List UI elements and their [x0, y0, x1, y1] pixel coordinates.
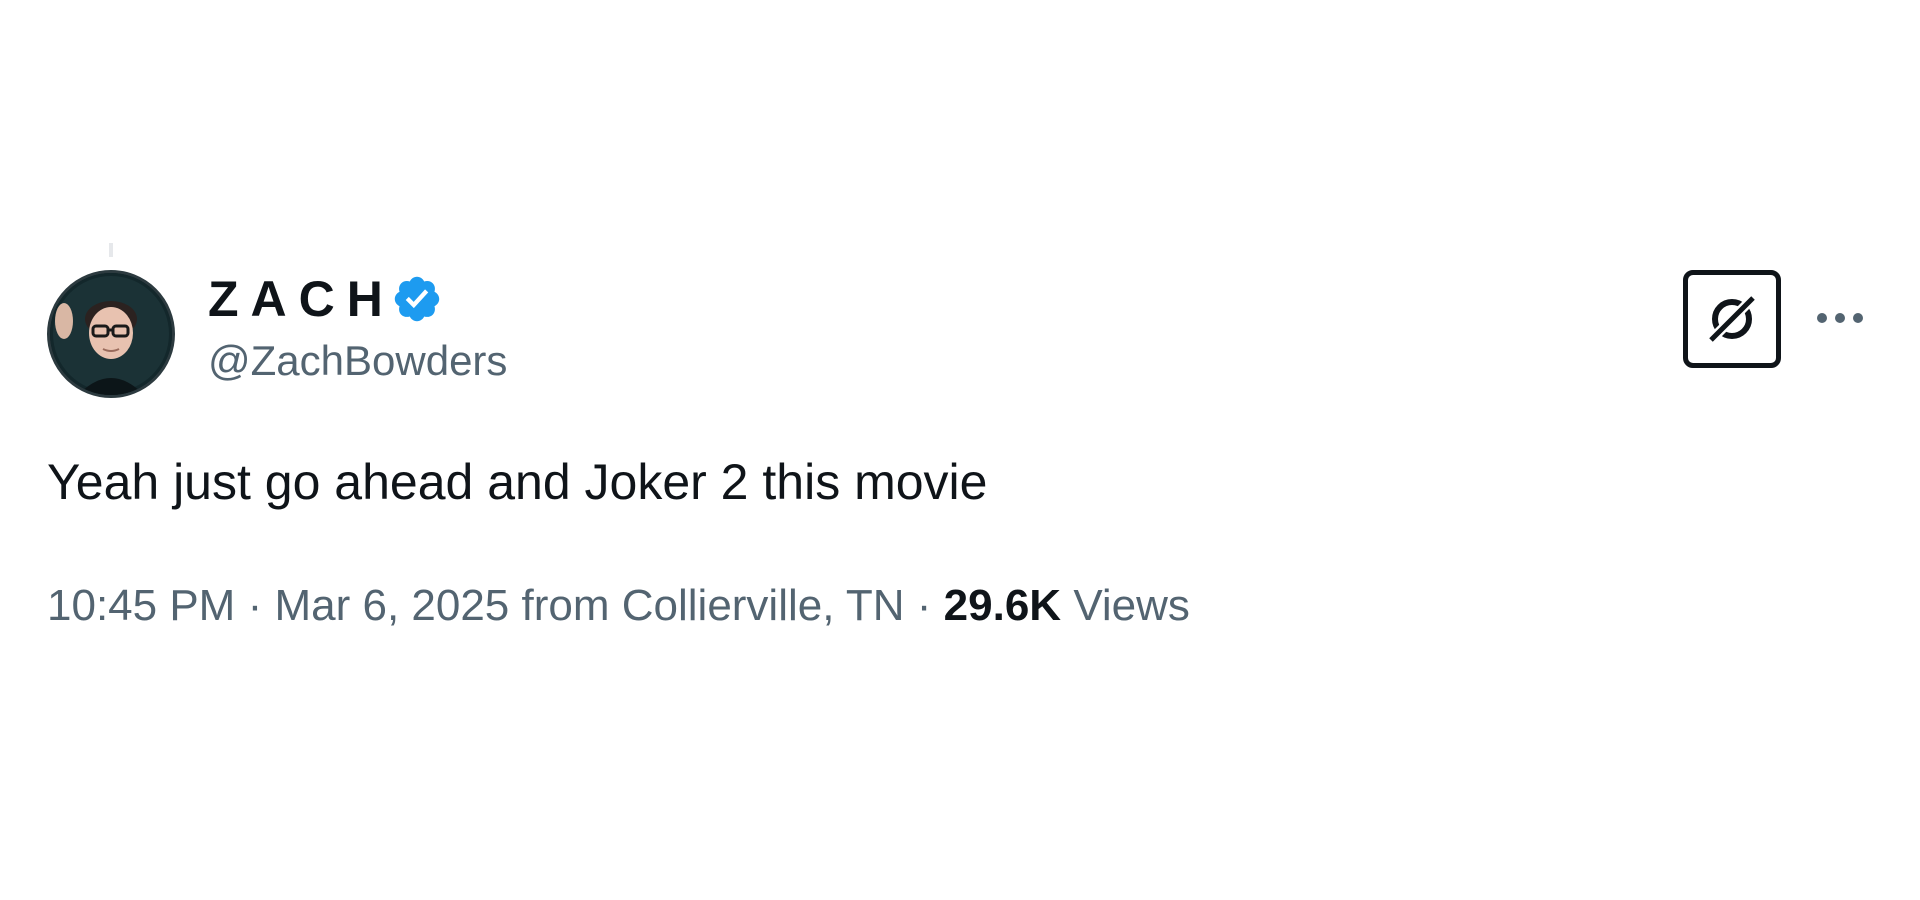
avatar-photo-icon [50, 273, 172, 395]
display-name[interactable]: ZACH [208, 274, 395, 324]
tweet-text: Yeah just go ahead and Joker 2 this movi… [47, 454, 988, 510]
views-count: 29.6K [943, 581, 1062, 630]
views-label: Views [1073, 581, 1190, 630]
tweet-date[interactable]: Mar 6, 2025 [274, 581, 509, 630]
avatar[interactable] [47, 270, 175, 398]
separator: · [916, 581, 932, 630]
tweet-metadata: 10:45 PM · Mar 6, 2025 from Collierville… [47, 580, 1190, 633]
tweet-header: ZACH @ZachBowders [208, 268, 507, 382]
more-options-button[interactable] [1810, 296, 1870, 340]
separator: · [247, 581, 263, 630]
more-options-icon [1817, 313, 1863, 323]
thread-connector [109, 243, 113, 257]
name-row: ZACH [208, 268, 507, 330]
verified-badge-icon[interactable] [391, 273, 443, 325]
tweet-time[interactable]: 10:45 PM [47, 581, 235, 630]
tweet-card: ZACH @ZachBowders Yeah just go ahead and… [0, 0, 1920, 900]
grok-icon [1705, 292, 1759, 346]
tweet-location: from Collierville, TN [521, 581, 905, 630]
user-handle[interactable]: @ZachBowders [208, 340, 507, 382]
grok-button[interactable] [1683, 270, 1781, 368]
